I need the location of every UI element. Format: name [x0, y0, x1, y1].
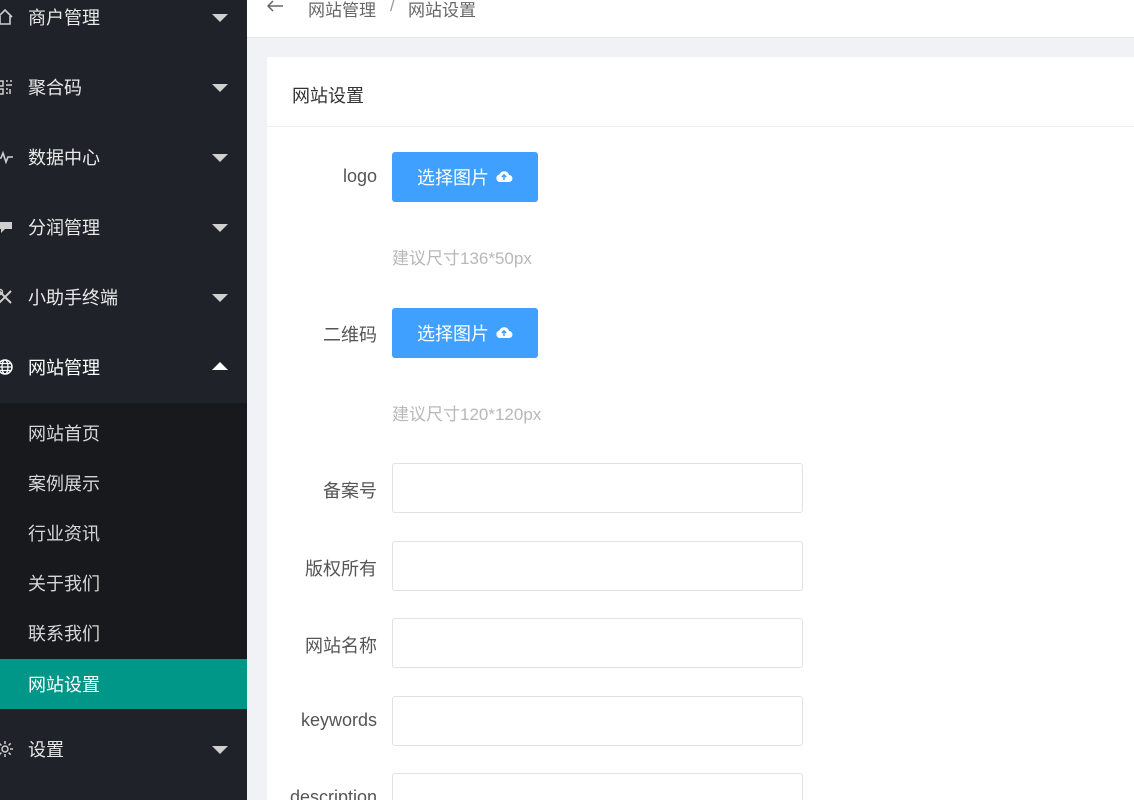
- chat-icon: [0, 216, 16, 238]
- globe-icon: [0, 356, 16, 378]
- copyright-label: 版权所有: [305, 559, 377, 579]
- menu-label: 聚合码: [28, 78, 82, 98]
- tools-icon: [0, 286, 16, 308]
- pulse-icon: [0, 146, 16, 168]
- breadcrumb-item-site-settings: 网站设置: [408, 1, 476, 20]
- description-input[interactable]: [392, 773, 803, 800]
- submenu-item-home[interactable]: 网站首页: [0, 408, 247, 458]
- breadcrumb-item-website-management[interactable]: 网站管理: [308, 0, 376, 21]
- menu-item-website-management[interactable]: 网站管理: [0, 332, 247, 402]
- menu-item-settings[interactable]: 设置: [0, 714, 247, 784]
- menu-item-merchant[interactable]: 商户管理: [0, 0, 247, 52]
- chevron-down-icon: [212, 84, 228, 92]
- top-header: 网站管理 / 网站设置: [247, 0, 1134, 38]
- logo-label: logo: [342, 166, 377, 186]
- icp-number-label: 备案号: [323, 481, 377, 501]
- submenu-label: 网站首页: [28, 424, 100, 444]
- icp-number-input[interactable]: [392, 463, 803, 513]
- submenu-label: 关于我们: [28, 574, 100, 594]
- submenu-item-cases[interactable]: 案例展示: [0, 458, 247, 508]
- menu-label: 数据中心: [28, 148, 100, 168]
- menu-label: 分润管理: [28, 218, 100, 238]
- arrow-left-icon[interactable]: [265, 0, 285, 14]
- menu-label: 设置: [28, 740, 64, 760]
- cloud-upload-icon: [495, 167, 513, 188]
- copyright-input[interactable]: [392, 541, 803, 591]
- upload-button-label: 选择图片: [417, 168, 489, 188]
- site-name-label: 网站名称: [305, 636, 377, 656]
- keywords-label: keywords: [300, 710, 377, 730]
- qrcode-label: 二维码: [323, 325, 377, 345]
- chevron-down-icon: [212, 14, 228, 22]
- home-icon: [0, 6, 16, 28]
- card-title: 网站设置: [292, 86, 364, 106]
- divider: [267, 126, 1134, 127]
- submenu-label: 网站设置: [28, 675, 100, 695]
- menu-label: 小助手终端: [28, 288, 118, 308]
- keywords-input[interactable]: [392, 696, 803, 746]
- cloud-upload-icon: [495, 323, 513, 344]
- qrcode-size-hint: 建议尺寸120*120px: [392, 405, 542, 424]
- submenu-item-about[interactable]: 关于我们: [0, 558, 247, 608]
- menu-label: 网站管理: [28, 358, 100, 378]
- description-label: description: [289, 787, 377, 800]
- chevron-up-icon: [212, 362, 228, 370]
- chevron-down-icon: [212, 746, 228, 754]
- submenu-label: 行业资讯: [28, 524, 100, 544]
- upload-button-label: 选择图片: [417, 324, 489, 344]
- menu-label: 商户管理: [28, 8, 100, 28]
- menu-item-data-center[interactable]: 数据中心: [0, 122, 247, 192]
- breadcrumb-separator: /: [390, 0, 395, 15]
- sidebar: 商户管理 聚合码 数据中心 分润管理 小助手终端 网站管理 网站首页 案例展示 …: [0, 0, 247, 800]
- chevron-down-icon: [212, 154, 228, 162]
- submenu-item-news[interactable]: 行业资讯: [0, 508, 247, 558]
- chevron-down-icon: [212, 294, 228, 302]
- settings-card: 网站设置 logo 选择图片 建议尺寸136*50px 二维码 选择图片 建议尺…: [267, 57, 1134, 800]
- menu-item-profit-sharing[interactable]: 分润管理: [0, 192, 247, 262]
- menu-item-qrcode[interactable]: 聚合码: [0, 52, 247, 122]
- qrcode-upload-button[interactable]: 选择图片: [392, 308, 538, 358]
- submenu-label: 案例展示: [28, 474, 100, 494]
- submenu-website-management: 网站首页 案例展示 行业资讯 关于我们 联系我们 网站设置: [0, 403, 247, 709]
- chevron-down-icon: [212, 224, 228, 232]
- submenu-item-site-settings[interactable]: 网站设置: [0, 659, 247, 709]
- site-name-input[interactable]: [392, 618, 803, 668]
- submenu-label: 联系我们: [28, 624, 100, 644]
- gear-icon: [0, 738, 16, 760]
- submenu-item-contact[interactable]: 联系我们: [0, 608, 247, 658]
- logo-upload-button[interactable]: 选择图片: [392, 152, 538, 202]
- menu-item-assistant-terminal[interactable]: 小助手终端: [0, 262, 247, 332]
- logo-size-hint: 建议尺寸136*50px: [392, 249, 532, 268]
- qrcode-icon: [0, 76, 16, 98]
